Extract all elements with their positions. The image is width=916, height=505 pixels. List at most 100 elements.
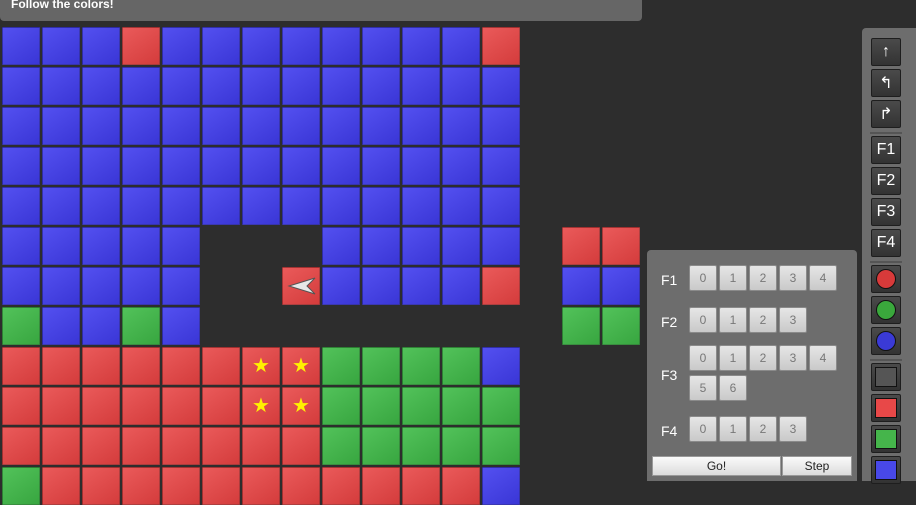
board-cell-blue: [482, 227, 520, 265]
board-cell-red: [202, 347, 240, 385]
board-cell-blue: [162, 107, 200, 145]
board-cell-blue: [82, 147, 120, 185]
board-cell-red: [322, 467, 360, 505]
program-slot-f3-6[interactable]: 6: [719, 375, 747, 401]
board-cell-green: [2, 307, 40, 345]
paint-swatch-icon: [875, 398, 897, 418]
program-slot-f1-3[interactable]: 3: [779, 265, 807, 291]
program-slot-f3-5[interactable]: 5: [689, 375, 717, 401]
program-slot-f2-0[interactable]: 0: [689, 307, 717, 333]
program-slot-f3-1[interactable]: 1: [719, 345, 747, 371]
board-cell-green: [322, 347, 360, 385]
board-cell-blue: [2, 67, 40, 105]
board-cell-red: ★: [282, 347, 320, 385]
function-label-f2: F2: [661, 314, 678, 330]
board-cell-red: [82, 347, 120, 385]
board-cell-blue: [122, 267, 160, 305]
turn-left-button[interactable]: ↰: [871, 69, 901, 97]
board-cell-blue: [402, 107, 440, 145]
paint-swatch-icon: [875, 460, 897, 480]
paint-color-button-1[interactable]: [871, 394, 901, 422]
board-cell-blue: [162, 67, 200, 105]
star-icon: ★: [292, 355, 310, 377]
board-cell-red: [242, 467, 280, 505]
board-cell-blue: [282, 187, 320, 225]
board-cell-blue: [122, 227, 160, 265]
star-icon: ★: [252, 395, 270, 417]
condition-color-button-1[interactable]: [871, 296, 901, 324]
board-cell-blue: [402, 27, 440, 65]
function-f3-button[interactable]: F3: [871, 198, 901, 226]
program-slot-f2-3[interactable]: 3: [779, 307, 807, 333]
board-cell-blue: [362, 187, 400, 225]
board-cell-blue: [162, 187, 200, 225]
board-cell-blue: [202, 107, 240, 145]
program-slot-f1-4[interactable]: 4: [809, 265, 837, 291]
program-slot-f4-3[interactable]: 3: [779, 416, 807, 442]
color-condition-icon: [876, 300, 896, 320]
board-cell-red: [402, 467, 440, 505]
board-cell-blue: [282, 27, 320, 65]
board-cell-blue: [162, 227, 200, 265]
board-cell-red: [282, 467, 320, 505]
forward-arrow-button[interactable]: ↑: [871, 38, 901, 66]
command-toolbar: ↑ ↰ ↱ F1 F2 F3 F4: [862, 28, 916, 484]
function-f1-button[interactable]: F1: [871, 136, 901, 164]
turn-right-button[interactable]: ↱: [871, 100, 901, 128]
board-cell-blue: [122, 67, 160, 105]
program-slot-f3-4[interactable]: 4: [809, 345, 837, 371]
function-label-f1: F1: [661, 272, 678, 288]
paint-color-button-3[interactable]: [871, 456, 901, 484]
program-slot-f3-3[interactable]: 3: [779, 345, 807, 371]
board-cell-blue: [442, 187, 480, 225]
condition-color-button-2[interactable]: [871, 327, 901, 355]
board-cell-blue: [322, 267, 360, 305]
board-cell-blue: [162, 307, 200, 345]
board-cell-red: ★: [242, 387, 280, 425]
step-button[interactable]: Step: [782, 456, 852, 476]
program-slot-f4-0[interactable]: 0: [689, 416, 717, 442]
program-slot-f1-0[interactable]: 0: [689, 265, 717, 291]
board-cell-red: [122, 27, 160, 65]
board-cell-blue: [482, 147, 520, 185]
board-cell-green: [362, 427, 400, 465]
board-cell-red: [482, 27, 520, 65]
program-slot-f1-2[interactable]: 2: [749, 265, 777, 291]
paint-color-button-2[interactable]: [871, 425, 901, 453]
board-cell-red: [162, 387, 200, 425]
board-cell-blue: [442, 267, 480, 305]
go-button[interactable]: Go!: [652, 456, 781, 476]
board-cell-blue: [482, 107, 520, 145]
program-slot-f4-2[interactable]: 2: [749, 416, 777, 442]
condition-color-button-0[interactable]: [871, 265, 901, 293]
board-cell-red: ★: [242, 347, 280, 385]
star-icon: ★: [292, 395, 310, 417]
program-slot-f2-2[interactable]: 2: [749, 307, 777, 333]
board-cell-blue: [322, 107, 360, 145]
board-cell-red: [122, 467, 160, 505]
board-cell-red: [442, 467, 480, 505]
paint-color-button-0[interactable]: [871, 363, 901, 391]
board-cell-blue: [122, 107, 160, 145]
board-cell-blue: [162, 267, 200, 305]
program-slot-f2-1[interactable]: 1: [719, 307, 747, 333]
function-f2-button[interactable]: F2: [871, 167, 901, 195]
program-slot-f1-1[interactable]: 1: [719, 265, 747, 291]
board-cell-red: [122, 347, 160, 385]
program-slot-f4-1[interactable]: 1: [719, 416, 747, 442]
program-slot-f3-0[interactable]: 0: [689, 345, 717, 371]
board-cell-blue: [242, 107, 280, 145]
board-cell-blue: [2, 227, 40, 265]
board-cell-blue: [362, 27, 400, 65]
function-label-f4: F4: [661, 423, 678, 439]
function-f4-button[interactable]: F4: [871, 229, 901, 257]
board-cell-green: [122, 307, 160, 345]
program-slot-f3-2[interactable]: 2: [749, 345, 777, 371]
board-cell-red: [482, 267, 520, 305]
side-tile-red: [562, 227, 600, 265]
board-cell-green: [362, 387, 400, 425]
board-cell-blue: [362, 267, 400, 305]
color-condition-icon: [876, 269, 896, 289]
board-cell-red: [282, 427, 320, 465]
board-cell-blue: [82, 67, 120, 105]
